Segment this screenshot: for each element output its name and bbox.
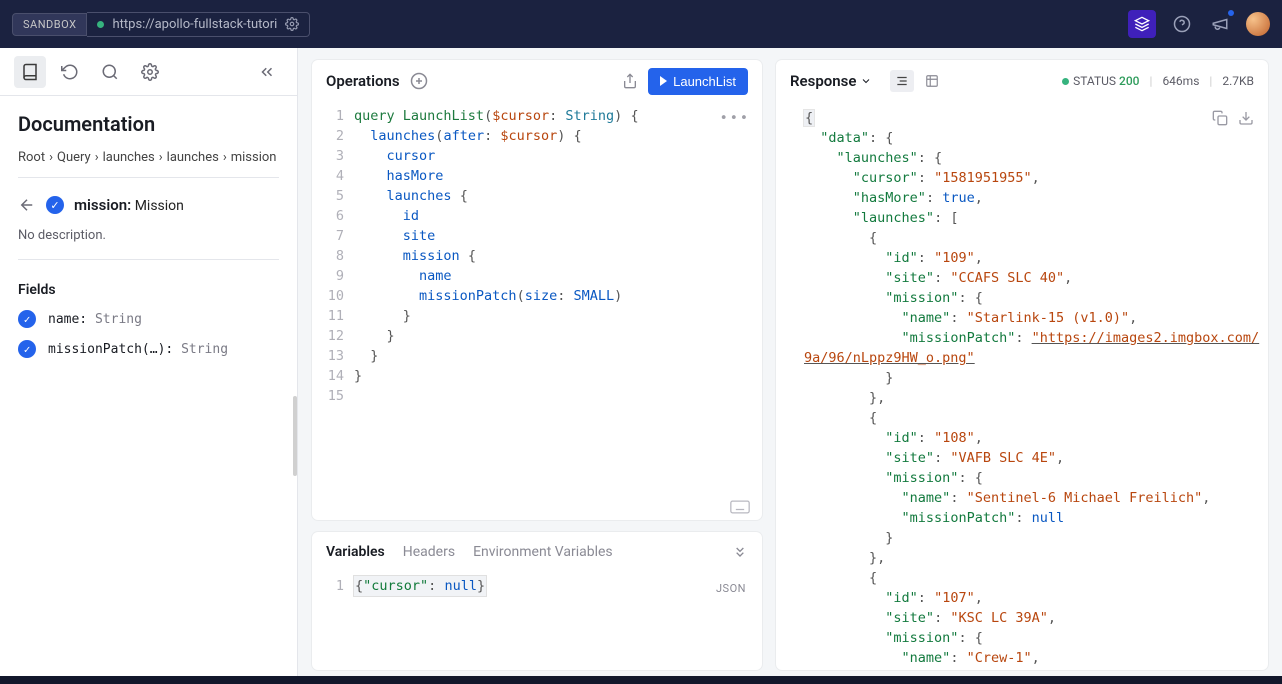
editor-menu-icon[interactable]: ••• xyxy=(720,108,750,128)
crumb[interactable]: mission xyxy=(231,150,277,165)
tab-env-variables[interactable]: Environment Variables xyxy=(473,544,613,560)
share-icon[interactable] xyxy=(622,73,638,89)
docs-tab-icon[interactable] xyxy=(14,56,46,88)
operations-title: Operations xyxy=(326,72,400,90)
field-row[interactable]: ✓ missionPatch(…): String xyxy=(18,340,279,358)
copy-icon[interactable] xyxy=(1212,110,1228,126)
layers-icon[interactable] xyxy=(1128,10,1156,38)
fields-heading: Fields xyxy=(18,282,279,298)
play-icon xyxy=(660,76,667,86)
notification-dot xyxy=(1228,10,1234,16)
check-badge-icon: ✓ xyxy=(18,340,36,358)
crumb[interactable]: launches xyxy=(103,150,155,165)
query-code[interactable]: query LaunchList($cursor: String) { laun… xyxy=(354,102,649,520)
response-panel: Response STATUS 200 | 646ms | 2.7 xyxy=(776,60,1268,670)
tab-headers[interactable]: Headers xyxy=(403,544,455,560)
scrollbar[interactable] xyxy=(293,396,297,476)
topbar: SANDBOX https://apollo-fullstack-tutori xyxy=(0,0,1282,48)
operations-panel: Operations LaunchList xyxy=(312,60,762,520)
announcements-icon[interactable] xyxy=(1208,12,1232,36)
settings-tab-icon[interactable] xyxy=(134,56,166,88)
download-icon[interactable] xyxy=(1238,110,1254,126)
breadcrumb[interactable]: Root› Query› launches› launches› mission xyxy=(18,150,279,178)
query-editor[interactable]: 123456789101112131415 query LaunchList($… xyxy=(312,102,762,520)
run-label: LaunchList xyxy=(673,74,736,89)
url-input[interactable]: https://apollo-fullstack-tutori xyxy=(87,12,310,37)
field-row[interactable]: ✓ name: String xyxy=(18,310,279,328)
add-operation-icon[interactable] xyxy=(410,72,428,90)
search-tab-icon[interactable] xyxy=(94,56,126,88)
response-size: 2.7KB xyxy=(1222,74,1254,88)
variables-panel: Variables Headers Environment Variables … xyxy=(312,532,762,670)
bottom-strip xyxy=(0,676,1282,684)
type-name: mission: Mission xyxy=(74,196,184,214)
response-body[interactable]: { "data": { "launches": { "cursor": "158… xyxy=(776,102,1268,670)
history-tab-icon[interactable] xyxy=(54,56,86,88)
variables-editor[interactable]: 1 {"cursor": null} xyxy=(312,572,762,670)
sidebar-toolbar xyxy=(0,48,297,96)
settings-icon[interactable] xyxy=(285,17,299,31)
sidebar: Documentation Root› Query› launches› lau… xyxy=(0,48,298,676)
avatar[interactable] xyxy=(1246,12,1270,36)
keyboard-icon[interactable] xyxy=(730,500,750,514)
response-title[interactable]: Response xyxy=(790,72,872,90)
connection-status-dot xyxy=(97,21,104,28)
collapse-variables-icon[interactable] xyxy=(732,544,748,560)
sandbox-badge: SANDBOX xyxy=(12,13,87,36)
collapse-sidebar-icon[interactable] xyxy=(251,56,283,88)
view-table-icon[interactable] xyxy=(920,70,944,92)
crumb[interactable]: Query xyxy=(57,150,91,165)
url-text: https://apollo-fullstack-tutori xyxy=(112,17,277,32)
check-badge-icon: ✓ xyxy=(46,196,64,214)
tab-variables[interactable]: Variables xyxy=(326,544,385,560)
view-json-icon[interactable] xyxy=(890,70,914,92)
crumb[interactable]: Root xyxy=(18,150,45,165)
response-time: 646ms xyxy=(1162,74,1199,88)
back-arrow-icon[interactable] xyxy=(18,196,36,214)
line-gutter: 123456789101112131415 xyxy=(312,102,354,520)
run-button[interactable]: LaunchList xyxy=(648,68,748,95)
help-icon[interactable] xyxy=(1170,12,1194,36)
json-badge: JSON xyxy=(716,582,746,595)
status-label: STATUS 200 xyxy=(1062,74,1139,88)
no-description-text: No description. xyxy=(18,228,279,260)
chevron-down-icon xyxy=(860,75,872,87)
check-badge-icon: ✓ xyxy=(18,310,36,328)
documentation-title: Documentation xyxy=(18,112,279,136)
crumb[interactable]: launches xyxy=(167,150,219,165)
